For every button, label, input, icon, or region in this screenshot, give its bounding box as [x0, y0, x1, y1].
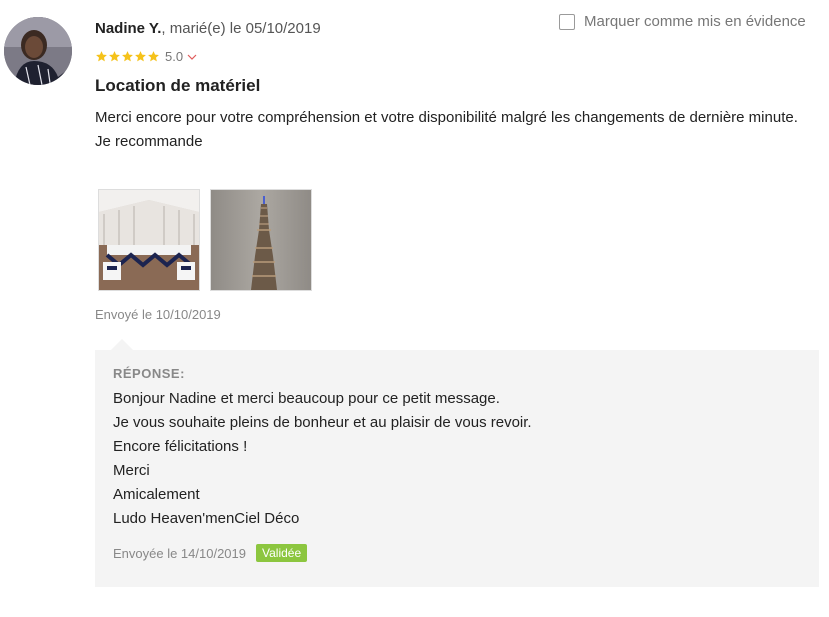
review-sent-date: Envoyé le 10/10/2019 [95, 307, 221, 322]
review-header: Nadine Y., marié(e) le 05/10/2019 [95, 20, 321, 37]
avatar[interactable] [4, 17, 72, 85]
review-body-line: Merci encore pour votre compréhension et… [95, 109, 798, 126]
reply-line: Encore félicitations ! [113, 438, 248, 455]
author-name[interactable]: Nadine Y. [95, 20, 161, 37]
reply-sent-date: Envoyée le 14/10/2019 [113, 545, 246, 561]
reply-heading: RÉPONSE: [113, 366, 185, 381]
review-body-line: Je recommande [95, 133, 203, 150]
highlight-checkbox[interactable] [559, 13, 575, 30]
review-photo[interactable] [210, 189, 312, 291]
reply-text: Bonjour Nadine et merci beaucoup pour ce… [113, 387, 801, 531]
chevron-down-icon[interactable] [187, 52, 197, 62]
reply-line: Je vous souhaite pleins de bonheur et au… [113, 414, 532, 431]
star-icon [135, 51, 146, 62]
reply-line: Amicalement [113, 486, 200, 503]
reply-footer: Envoyée le 14/10/2019 Validée [113, 544, 801, 562]
star-icon [148, 51, 159, 62]
highlight-label[interactable]: Marquer comme mis en évidence [584, 13, 806, 30]
reply-line: Merci [113, 462, 150, 479]
review-body: Merci encore pour votre compréhension et… [95, 106, 815, 154]
star-icon [96, 51, 107, 62]
vendor-reply: RÉPONSE: Bonjour Nadine et merci beaucou… [95, 350, 819, 587]
author-wedding-date: , marié(e) le 05/10/2019 [161, 20, 321, 37]
review-photos [98, 189, 312, 291]
reply-line: Ludo Heaven'menCiel Déco [113, 510, 300, 527]
review-photo[interactable] [98, 189, 200, 291]
rating-value: 5.0 [165, 49, 184, 64]
rating: 5.0 [95, 49, 197, 64]
highlight-toggle[interactable]: Marquer comme mis en évidence [559, 13, 806, 30]
reply-pointer [111, 339, 133, 350]
rating-stars [95, 50, 160, 63]
star-icon [109, 51, 120, 62]
star-icon [122, 51, 133, 62]
status-badge: Validée [256, 544, 308, 562]
reply-line: Bonjour Nadine et merci beaucoup pour ce… [113, 390, 500, 407]
review-title: Location de matériel [95, 76, 261, 95]
